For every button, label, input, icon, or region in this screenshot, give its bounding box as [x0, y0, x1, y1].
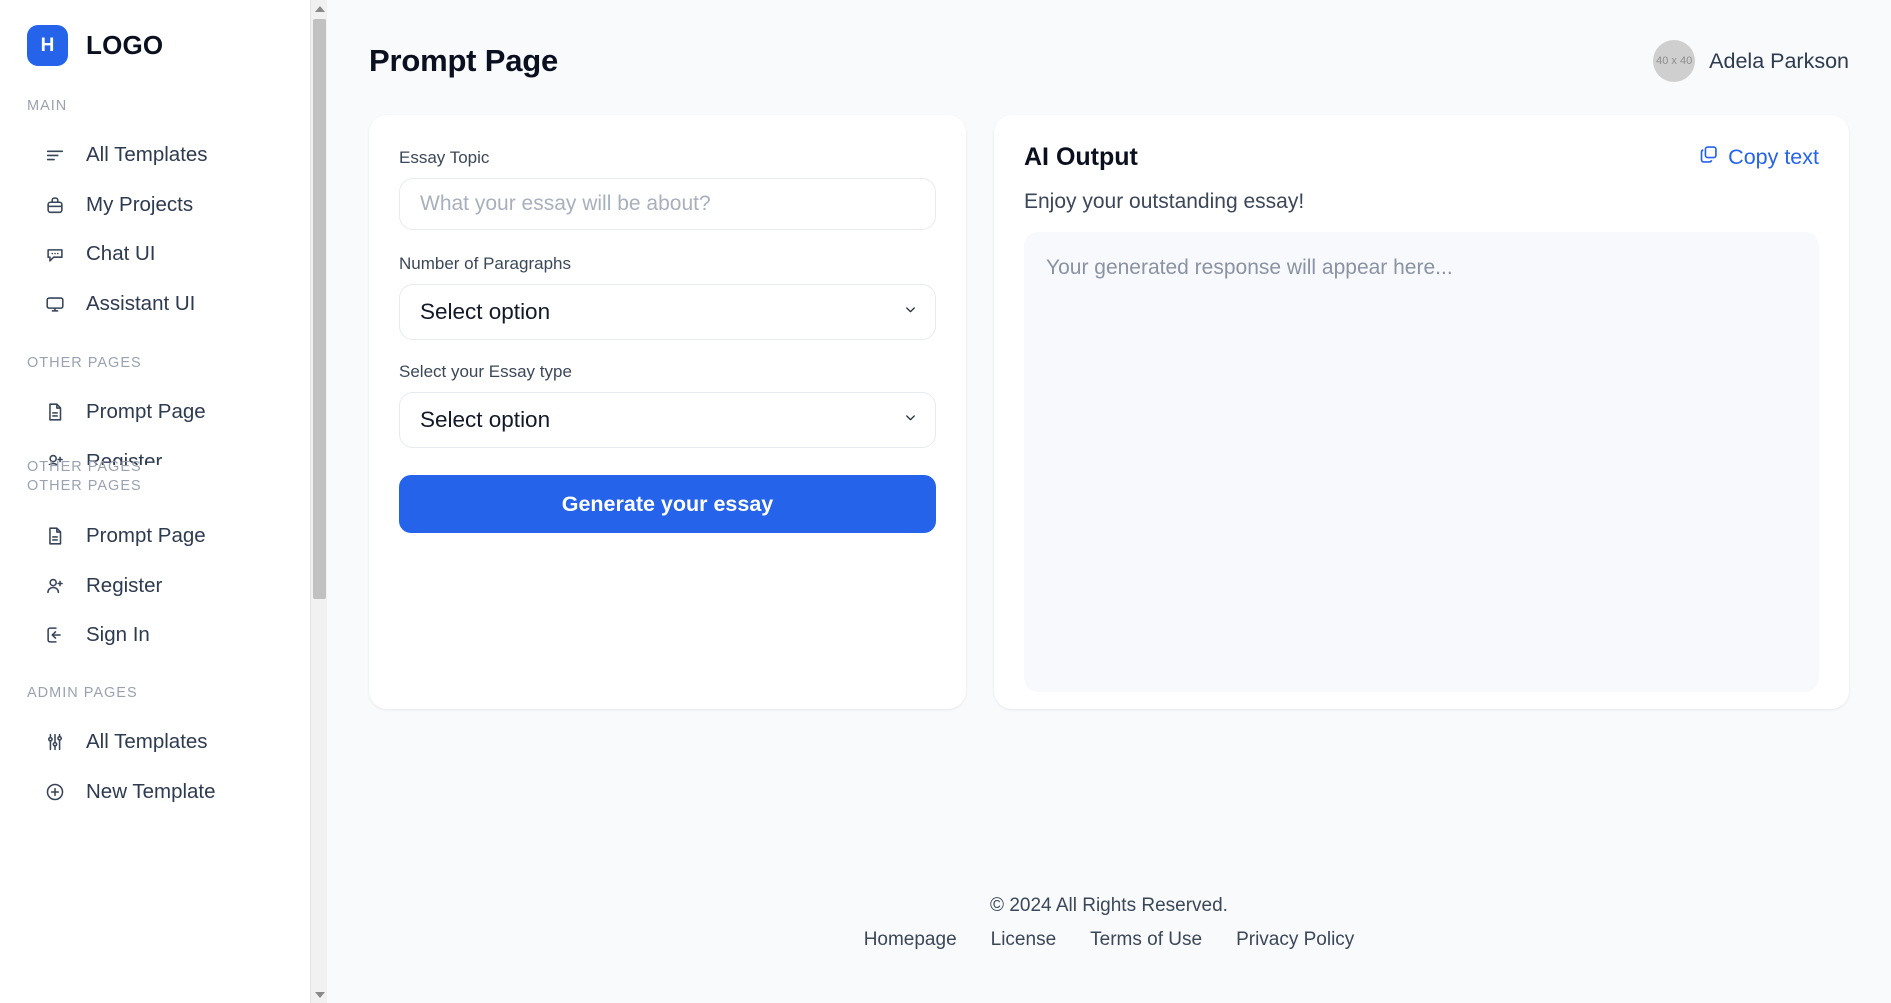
sidebar-item-label: Prompt Page — [86, 400, 206, 423]
essay-topic-label: Essay Topic — [399, 148, 490, 167]
prompt-form-card: Essay Topic Number of Paragraphs Select … — [369, 115, 966, 709]
sidebar-item-assistant-ui[interactable]: Assistant UI — [0, 279, 310, 329]
sidebar-caption-other-pages-1: OTHER PAGES — [27, 355, 142, 371]
brand-badge: H — [27, 25, 68, 66]
number-of-paragraphs-label: Number of Paragraphs — [399, 254, 571, 273]
chat-bubble-icon — [44, 243, 66, 265]
sidebar-item-label: All Templates — [86, 730, 208, 753]
ai-output-card: AI Output Copy text Enjoy your outstandi… — [994, 115, 1849, 709]
generate-essay-button[interactable]: Generate your essay — [399, 475, 936, 533]
page-header: Prompt Page 40 x 40 Adela Parkson — [327, 0, 1891, 92]
footer-links: Homepage License Terms of Use Privacy Po… — [327, 929, 1891, 951]
sidebar-scroll-content: H LOGO MAIN All Templates My Projects Ch… — [0, 0, 310, 803]
user-plus-icon — [44, 575, 66, 597]
sidebar-item-label: Assistant UI — [86, 292, 196, 315]
avatar: 40 x 40 — [1653, 40, 1696, 82]
sidebar-item-sign-in[interactable]: Sign In — [0, 610, 310, 660]
sidebar-caption-main: MAIN — [27, 98, 68, 114]
footer-link-license[interactable]: License — [991, 929, 1057, 951]
footer-link-terms-of-use[interactable]: Terms of Use — [1090, 929, 1202, 951]
sidebar-item-label: Chat UI — [86, 242, 156, 265]
copy-text-button[interactable]: Copy text — [1698, 144, 1819, 171]
monitor-icon — [44, 293, 66, 315]
sidebar-item-register-2[interactable]: Register — [0, 561, 310, 611]
document-icon — [44, 525, 66, 547]
sidebar-item-prompt-page-1[interactable]: Prompt Page — [0, 387, 310, 437]
essay-type-select[interactable]: Select option — [399, 392, 936, 448]
sidebar-item-label: New Template — [86, 780, 216, 803]
select-value: Select option — [420, 407, 551, 432]
user-name: Adela Parkson — [1709, 48, 1849, 73]
sidebar-item-chat-ui[interactable]: Chat UI — [0, 229, 310, 279]
ai-output-textarea[interactable]: Your generated response will appear here… — [1024, 232, 1819, 692]
copy-text-label: Copy text — [1728, 145, 1819, 169]
main-content: Prompt Page 40 x 40 Adela Parkson Essay … — [327, 0, 1891, 1003]
essay-topic-input[interactable] — [399, 178, 936, 230]
ai-output-title: AI Output — [1024, 143, 1138, 171]
list-icon — [44, 144, 66, 166]
number-of-paragraphs-select[interactable]: Select option — [399, 284, 936, 340]
select-value: Select option — [420, 299, 551, 324]
sidebar-scrollbar[interactable] — [310, 0, 327, 1003]
copyright-text: © 2024 All Rights Reserved. — [990, 895, 1228, 916]
sign-in-icon — [44, 624, 66, 646]
brand-name: LOGO — [86, 30, 164, 60]
document-icon — [44, 401, 66, 423]
essay-type-label: Select your Essay type — [399, 362, 572, 381]
brand-logo[interactable]: H LOGO — [0, 0, 310, 66]
scroll-up-arrow-icon[interactable] — [311, 0, 327, 17]
footer: © 2024 All Rights Reserved. Homepage Lic… — [327, 895, 1891, 951]
sidebar-item-label: Prompt Page — [86, 524, 206, 547]
sidebar-item-label: Register — [86, 574, 163, 597]
sliders-icon — [44, 731, 66, 753]
briefcase-icon — [44, 194, 66, 216]
plus-circle-icon — [44, 781, 66, 803]
copy-icon — [1698, 144, 1719, 171]
sidebar: H LOGO MAIN All Templates My Projects Ch… — [0, 0, 327, 1003]
user-profile[interactable]: 40 x 40 Adela Parkson — [1653, 40, 1849, 82]
sidebar-item-admin-all-templates[interactable]: All Templates — [0, 717, 310, 767]
sidebar-item-new-template[interactable]: New Template — [0, 767, 310, 817]
sidebar-item-label: My Projects — [86, 193, 194, 216]
sidebar-caption-other-pages-3: OTHER PAGES — [27, 478, 142, 494]
sidebar-caption-admin-pages: ADMIN PAGES — [27, 685, 138, 701]
footer-link-privacy-policy[interactable]: Privacy Policy — [1236, 929, 1354, 951]
ai-output-subtitle: Enjoy your outstanding essay! — [1024, 190, 1305, 213]
sidebar-section-main: MAIN — [0, 98, 310, 114]
cards-row: Essay Topic Number of Paragraphs Select … — [327, 92, 1891, 709]
sidebar-item-label: All Templates — [86, 143, 208, 166]
ai-output-header: AI Output Copy text — [1024, 143, 1819, 172]
sidebar-item-label: Sign In — [86, 623, 150, 646]
sidebar-item-prompt-page-2[interactable]: Prompt Page — [0, 511, 310, 561]
page-title: Prompt Page — [369, 43, 559, 78]
app-root: H LOGO MAIN All Templates My Projects Ch… — [0, 0, 1891, 1003]
scroll-down-arrow-icon[interactable] — [311, 986, 327, 1003]
sidebar-item-all-templates[interactable]: All Templates — [0, 130, 310, 180]
sidebar-item-my-projects[interactable]: My Projects — [0, 180, 310, 230]
sidebar-scrollbar-thumb[interactable] — [313, 19, 326, 599]
sidebar-caption-other-pages-2: OTHER PAGES — [27, 459, 142, 475]
footer-link-homepage[interactable]: Homepage — [864, 929, 957, 951]
